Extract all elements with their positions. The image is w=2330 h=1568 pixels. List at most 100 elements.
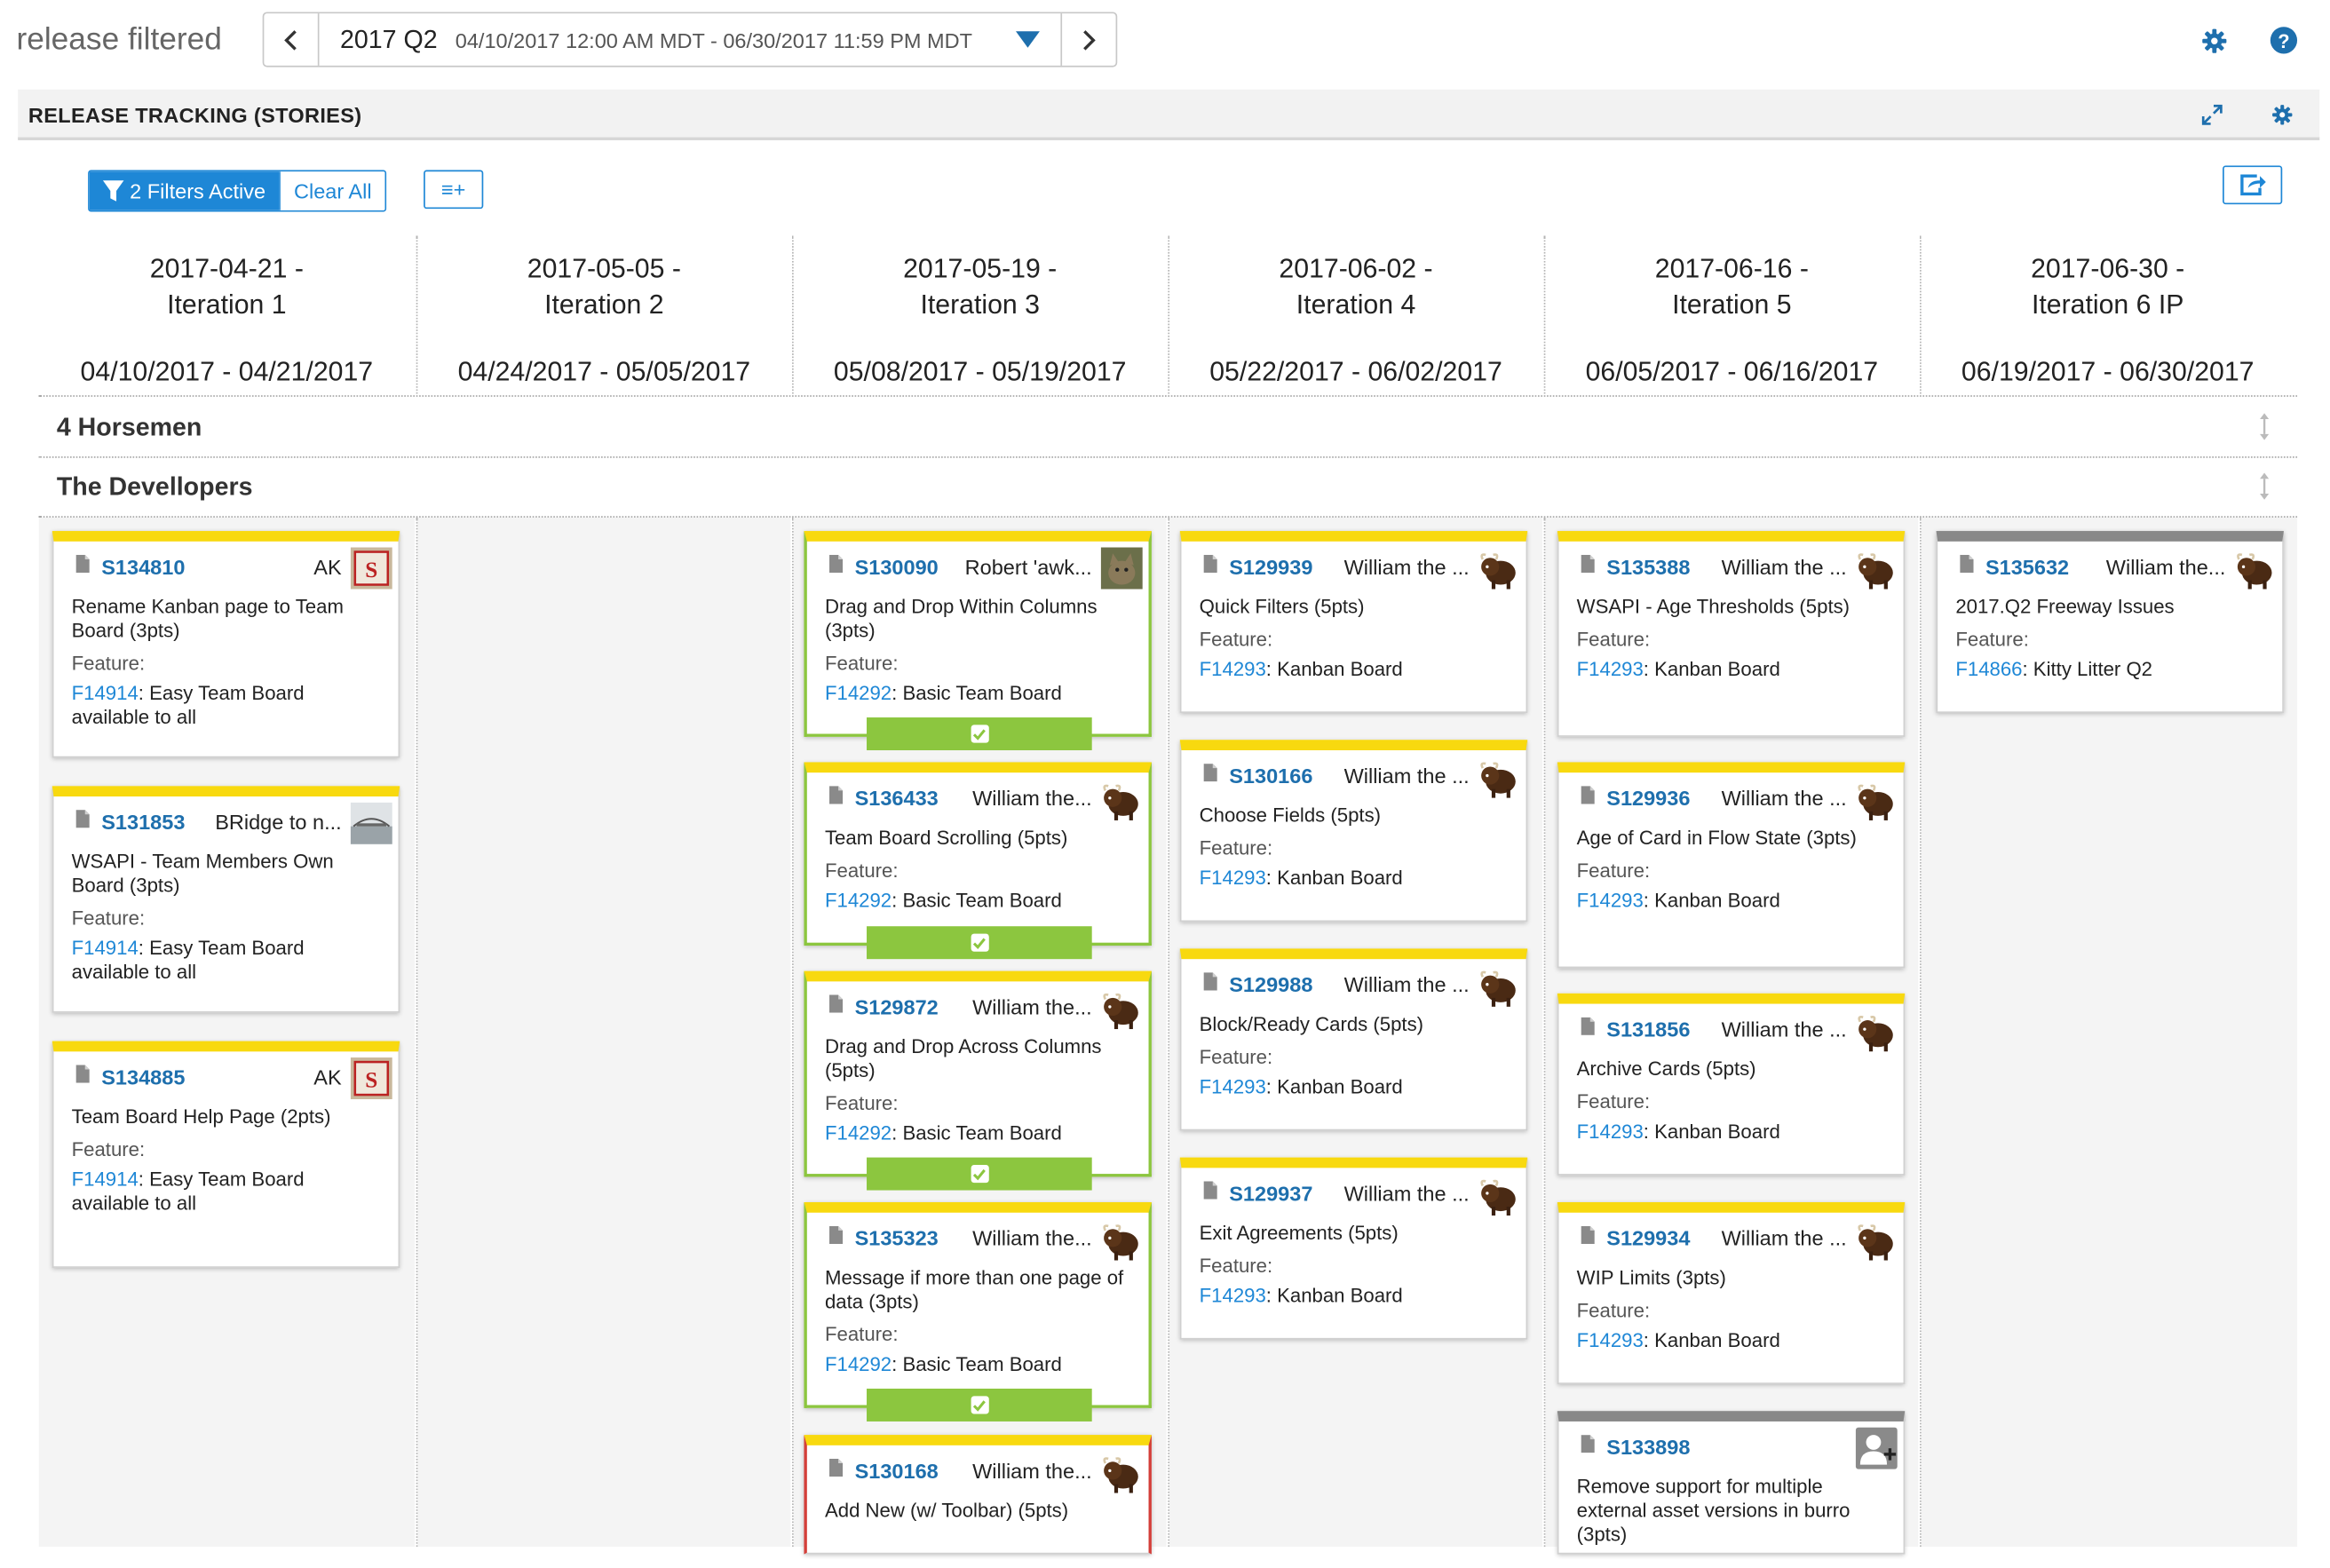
card-id-link[interactable]: S134810 [101, 555, 185, 579]
feature-id-link[interactable]: F14914 [72, 682, 139, 704]
feature-id-link[interactable]: F14293 [1577, 658, 1644, 680]
help-button[interactable]: ? [2269, 26, 2299, 56]
iteration-name: Iteration 4 [1296, 289, 1416, 320]
card-id-link[interactable]: S129872 [855, 994, 939, 1018]
card-id-link[interactable]: S131853 [101, 810, 185, 834]
feature-id-link[interactable]: F14293 [1200, 1284, 1266, 1306]
maximize-button[interactable] [2200, 103, 2224, 127]
story-icon [1203, 972, 1217, 991]
feature-id-link[interactable]: F14292 [825, 889, 892, 911]
ready-indicator[interactable] [867, 1388, 1092, 1421]
ready-indicator[interactable] [867, 926, 1092, 960]
column-divider [1168, 235, 1170, 394]
feature-id-link[interactable]: F14914 [72, 937, 139, 959]
card-id-link[interactable]: S129939 [1229, 555, 1312, 579]
drag-handle-icon[interactable] [2258, 471, 2270, 502]
card-id-link[interactable]: S130168 [855, 1459, 939, 1483]
feature-id-link[interactable]: F14292 [825, 682, 892, 704]
story-card[interactable]: S135632 William the... 2017.Q2 Freeway I… [1936, 531, 2284, 713]
card-id-link[interactable]: S130090 [855, 555, 939, 579]
story-card[interactable]: S136433 William the... Team Board Scroll… [804, 762, 1152, 960]
story-card[interactable]: S131856 William the ... Archive Cards (5… [1557, 993, 1906, 1176]
card-id-link[interactable]: S130166 [1229, 764, 1312, 788]
story-icon [829, 1458, 844, 1477]
panel-settings-button[interactable] [2271, 103, 2294, 127]
story-card[interactable]: S135388 William the ... WSAPI - Age Thre… [1557, 531, 1906, 737]
story-card[interactable]: S129934 William the ... WIP Limits (3pts… [1557, 1201, 1906, 1384]
card-id-link[interactable]: S133898 [1606, 1435, 1690, 1459]
card-id-link[interactable]: S135323 [855, 1226, 939, 1250]
card-name: WIP Limits (3pts) [1576, 1266, 1726, 1289]
card-id-link[interactable]: S135632 [1985, 555, 2069, 579]
story-card[interactable]: S133898 Remove support for multiple exte… [1557, 1411, 1906, 1555]
card-id-link[interactable]: S129988 [1229, 972, 1312, 996]
card-id-link[interactable]: S136433 [855, 786, 939, 810]
card-header: S131853 BRidge to n... [53, 796, 398, 844]
feature-id-link[interactable]: F14293 [1200, 1075, 1266, 1097]
previous-release-button[interactable] [264, 13, 320, 66]
feature-id-link[interactable]: F14293 [1200, 867, 1266, 889]
feature-name: : Basic Team Board [892, 889, 1062, 912]
story-card[interactable]: S129939 William the ... Quick Filters (5… [1179, 531, 1528, 713]
swimlane-header[interactable]: The Devellopers [39, 456, 2297, 516]
release-picker[interactable]: 2017 Q2 04/10/2017 12:00 AM MDT - 06/30/… [262, 12, 1118, 67]
yak-icon [1479, 970, 1518, 1007]
yak-icon [1857, 1224, 1895, 1261]
story-card[interactable]: S134885 AK S Team Board Help Page (2pts)… [52, 1041, 400, 1268]
feature-id-link[interactable]: F14292 [825, 1121, 892, 1144]
story-card[interactable]: S134810 AK S Rename Kanban page to Team … [52, 531, 400, 758]
card-id-link[interactable]: S134885 [101, 1065, 185, 1089]
card-feature: F14914: Easy Team Board available to all [72, 1168, 381, 1216]
drag-handle-icon[interactable] [2258, 412, 2270, 442]
clear-all-button[interactable]: Clear All [279, 171, 385, 210]
feature-label: Feature: [824, 1323, 899, 1346]
ready-indicator[interactable] [867, 717, 1092, 750]
story-card[interactable]: S129936 William the ... Age of Card in F… [1557, 762, 1906, 969]
story-card[interactable]: S130090 Robert 'awk... Drag and Drop Wit… [804, 531, 1152, 750]
iteration-dates: 05/22/2017 - 06/02/2017 [1209, 356, 1502, 387]
card-id-link[interactable]: S135388 [1606, 555, 1690, 579]
card-id-link[interactable]: S131856 [1606, 1018, 1690, 1041]
export-button[interactable] [2223, 165, 2283, 205]
release-selector[interactable]: 2017 Q2 04/10/2017 12:00 AM MDT - 06/30/… [319, 13, 1060, 66]
feature-id-link[interactable]: F14293 [1577, 889, 1644, 911]
story-card[interactable]: S129872 William the... Drag and Drop Acr… [804, 970, 1152, 1191]
feature-id-link[interactable]: F14293 [1200, 658, 1266, 680]
swimlane-divider [38, 516, 2298, 518]
story-card[interactable]: S135323 William the... Message if more t… [804, 1201, 1152, 1421]
settings-button[interactable] [2199, 26, 2229, 56]
feature-id-link[interactable]: F14292 [825, 1353, 892, 1375]
card-name: Drag and Drop Across Columns (5pts) [824, 1034, 1102, 1081]
cardinals-logo-icon: S [350, 1057, 392, 1100]
card-owner: William the ... [1721, 1017, 1847, 1041]
feature-label: Feature: [824, 1091, 899, 1114]
feature-id-link[interactable]: F14914 [72, 1168, 139, 1190]
story-icon [75, 810, 90, 828]
card-id-link[interactable]: S129937 [1229, 1181, 1312, 1205]
card-id-link[interactable]: S129936 [1606, 786, 1690, 810]
story-card[interactable]: S130166 William the ... Choose Fields (5… [1179, 740, 1528, 923]
next-release-button[interactable] [1060, 13, 1115, 66]
story-card[interactable]: S130168 William the... Add New (w/ Toolb… [804, 1435, 1152, 1555]
card-header: S129988 William the ... [1181, 959, 1526, 1007]
swimlane-header[interactable]: 4 Horsemen [39, 397, 2297, 456]
yak-icon [1857, 553, 1895, 590]
caret-down-icon[interactable] [1016, 31, 1040, 48]
filters-active-button[interactable]: 2 Filters Active [89, 171, 280, 210]
story-icon [1203, 1181, 1217, 1200]
card-feature: F14293: Kanban Board [1200, 1075, 1509, 1099]
add-user-icon[interactable] [1855, 1427, 1898, 1469]
story-card[interactable]: S129988 William the ... Block/Ready Card… [1179, 948, 1528, 1131]
story-icon [1203, 554, 1217, 574]
feature-id-link[interactable]: F14293 [1577, 1329, 1644, 1351]
card-id-link[interactable]: S129934 [1606, 1226, 1690, 1250]
feature-id-link[interactable]: F14293 [1577, 1121, 1644, 1143]
iteration-header: 2017-05-19 - Iteration 3 05/08/2017 - 05… [792, 239, 1168, 394]
story-card[interactable]: S129937 William the ... Exit Agreements … [1179, 1157, 1528, 1340]
field-picker-button[interactable]: ≡+ [424, 170, 484, 210]
feature-id-link[interactable]: F14866 [1955, 658, 2022, 680]
ready-indicator[interactable] [867, 1157, 1092, 1191]
card-owner: BRidge to n... [215, 810, 342, 835]
bridge-photo-icon [350, 802, 392, 844]
story-card[interactable]: S131853 BRidge to n... WSAPI - Team Memb… [52, 786, 400, 1013]
